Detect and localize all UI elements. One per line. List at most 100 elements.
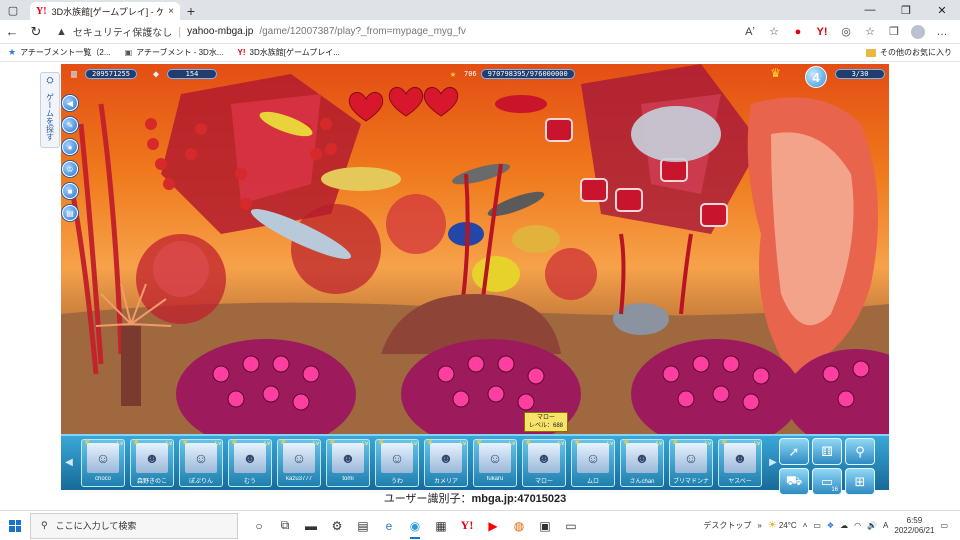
close-window-icon[interactable]: ✕	[924, 0, 960, 20]
game-search-menu[interactable]: ⛭ ゲームを探す	[40, 72, 60, 148]
bubble-icon[interactable]: ●	[62, 139, 78, 155]
friend-card[interactable]: ♛ Lv ☺ kazu3777	[277, 439, 321, 487]
desktop-app-icon[interactable]: ▭	[558, 511, 584, 540]
scroll-right-icon[interactable]: ▶	[769, 454, 777, 470]
other-favorites[interactable]: その他のお気に入り	[866, 47, 960, 58]
browser-tab[interactable]: Y! 3D水族館[ゲームプレイ] - ゲームなら ×	[30, 2, 180, 20]
tray-overflow-icon[interactable]: »	[757, 521, 761, 530]
sound-icon[interactable]: ◀	[62, 95, 78, 111]
game-canvas[interactable]: ▥ 209571255 ◆ 154 ★ 706 970798395/976000…	[61, 64, 889, 434]
scroll-left-icon[interactable]: ◀	[65, 454, 73, 470]
app-icon[interactable]: ▣	[532, 511, 558, 540]
yahoo-app-icon[interactable]: Y!	[454, 511, 480, 540]
weather-widget[interactable]: ☀ 24°C	[768, 520, 797, 531]
firefox-icon[interactable]: ◍	[506, 511, 532, 540]
hud-coins: ▥ 209571255	[67, 68, 137, 80]
friend-card[interactable]: ♛ Lv ☻ マロー	[522, 439, 566, 487]
friend-card[interactable]: ♛ Lv ☻ ヤスベー	[718, 439, 762, 487]
friend-card[interactable]: ♛ Lv ☻ tomi	[326, 439, 370, 487]
notifications-icon[interactable]: ▭	[940, 521, 948, 530]
store-icon[interactable]: ▤	[350, 511, 376, 540]
crown-icon: ♛	[427, 439, 434, 446]
ime-lang[interactable]: A	[883, 521, 888, 530]
url-field[interactable]: ▲ セキュリティ保護なし | yahoo-mbga.jp/game/120073…	[52, 22, 632, 42]
feed-icon[interactable]: ✎	[62, 117, 78, 133]
friend-avatar: ☻	[136, 443, 168, 473]
cortana-icon[interactable]: ○	[246, 511, 272, 540]
friend-avatar: ☺	[283, 443, 315, 473]
crown-icon: ♛	[329, 439, 336, 446]
cloud-icon[interactable]: ☁	[840, 521, 848, 530]
url-path: /game/12007387/play?_from=mypage_myg_fv	[259, 26, 466, 37]
read-aloud-icon[interactable]: Aʼ	[738, 20, 762, 44]
sun-icon: ☀	[767, 520, 777, 531]
friend-card[interactable]: ♛ Lv ☺ ムロ	[571, 439, 615, 487]
trophy-icon[interactable]: ♔	[62, 161, 78, 177]
bookmark-item[interactable]: ▣ アチーブメント - 3D水...	[125, 47, 224, 58]
bookmark-item[interactable]: Y! 3D水族館[ゲームプレイ...	[238, 47, 340, 58]
settings-circle-icon[interactable]: ◎	[834, 20, 858, 44]
cursor-icon[interactable]: ➚	[779, 438, 809, 465]
edge-icon[interactable]: ◉	[402, 511, 428, 540]
start-button[interactable]	[0, 511, 30, 540]
friend-name: カメリア	[433, 479, 458, 485]
wallpaper-icon[interactable]: ▤	[62, 205, 78, 221]
friend-level-badge: Lv	[607, 441, 613, 447]
wifi-icon[interactable]: ◠	[854, 521, 861, 530]
address-bar: ← ↻ ▲ セキュリティ保護なし | yahoo-mbga.jp/game/12…	[0, 20, 960, 44]
dropbox-icon[interactable]: ❖	[827, 521, 834, 530]
dice-icon[interactable]: ⚅	[812, 438, 842, 465]
crown-icon: ♛	[574, 439, 581, 446]
back-button[interactable]: ←	[0, 20, 24, 44]
volume-icon[interactable]: 🔊	[867, 521, 877, 530]
friend-card[interactable]: ♛ Lv ☻ さんchan	[620, 439, 664, 487]
extension-red-icon[interactable]: ●	[786, 20, 810, 44]
friend-card[interactable]: ♛ Lv ☺ choco	[81, 439, 125, 487]
favorites-icon[interactable]: ☆	[858, 20, 882, 44]
youtube-icon[interactable]: ▶	[480, 511, 506, 540]
friend-avatar: ☻	[332, 443, 364, 473]
file-explorer-icon[interactable]: ▬	[298, 511, 324, 540]
friend-card[interactable]: ♛ Lv ☻ 森野きのこ	[130, 439, 174, 487]
taskbar-search[interactable]: ⚲ ここに入力して検索	[30, 512, 238, 539]
friend-card[interactable]: ♛ Lv ☺ fukaru	[473, 439, 517, 487]
friend-name: ぽぷりん	[188, 479, 214, 485]
chevron-up-icon[interactable]: ˄	[803, 521, 808, 530]
warning-icon[interactable]: ▲	[56, 26, 67, 38]
zoom-icon[interactable]: ⚲	[845, 438, 875, 465]
calculator-icon[interactable]: ▦	[428, 511, 454, 540]
crown-icon: ♛	[770, 66, 781, 80]
exp-value: 970798395/976000000	[480, 69, 575, 79]
network-icon[interactable]: ▭	[813, 521, 821, 530]
tab-strip: ▢ Y! 3D水族館[ゲームプレイ] - ゲームなら × + — ❐ ✕	[0, 0, 960, 20]
friend-level-badge: Lv	[264, 441, 270, 447]
favorite-star-icon[interactable]: ☆	[762, 20, 786, 44]
desktop-label[interactable]: デスクトップ	[703, 520, 751, 531]
bookmark-item[interactable]: ★ アチーブメント一覧（2...	[8, 47, 111, 58]
friend-name: 森野きのこ	[136, 479, 167, 485]
reload-button[interactable]: ↻	[24, 20, 48, 44]
friend-card[interactable]: ♛ Lv ☻ むう	[228, 439, 272, 487]
maximize-icon[interactable]: ❐	[888, 0, 924, 20]
tab-actions-icon[interactable]: ▢	[0, 0, 26, 20]
url-host: yahoo-mbga.jp	[187, 26, 254, 37]
gift-icon[interactable]: ■	[62, 183, 78, 199]
friend-card[interactable]: ♛ Lv ☺ うわ	[375, 439, 419, 487]
friend-card[interactable]: ♛ Lv ☺ ブリマドンナ	[669, 439, 713, 487]
new-tab-button[interactable]: +	[180, 2, 202, 20]
yahoo-extension-icon[interactable]: Y!	[810, 20, 834, 44]
friend-card[interactable]: ♛ Lv ☺ ぽぷりん	[179, 439, 223, 487]
friend-card[interactable]: ♛ Lv ☻ カメリア	[424, 439, 468, 487]
more-menu-icon[interactable]: …	[930, 20, 954, 44]
star-badge-value: 706	[464, 70, 477, 78]
minimize-icon[interactable]: —	[852, 0, 888, 20]
windows-taskbar: ⚲ ここに入力して検索 ○ ⧉ ▬ ⚙ ▤ e ◉ ▦ Y! ▶ ◍ ▣ ▭ デ…	[0, 510, 960, 540]
bookmarks-bar: ★ アチーブメント一覧（2... ▣ アチーブメント - 3D水... Y! 3…	[0, 44, 960, 62]
profile-avatar[interactable]	[911, 24, 925, 39]
edge-legacy-icon[interactable]: e	[376, 511, 402, 540]
settings-icon[interactable]: ⚙	[324, 511, 350, 540]
collections-icon[interactable]: ❐	[882, 20, 906, 44]
clock[interactable]: 6:59 2022/06/21	[894, 516, 934, 536]
task-view-icon[interactable]: ⧉	[272, 511, 298, 540]
tab-close-icon[interactable]: ×	[168, 6, 174, 17]
